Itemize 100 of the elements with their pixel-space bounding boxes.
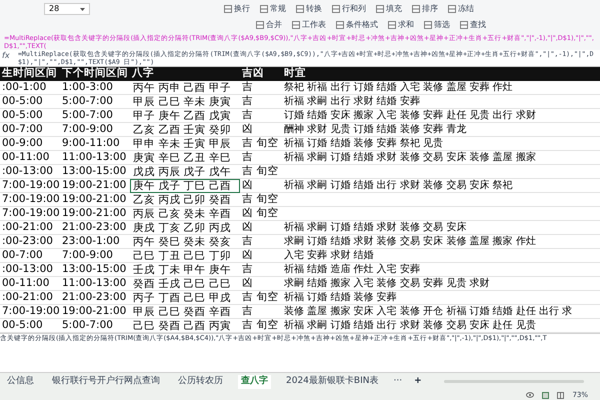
- time-range: :00-13:00: [1, 262, 54, 276]
- sheet-tab[interactable]: 查八字: [238, 374, 271, 388]
- suitable-activities: 祈福 求嗣 订婚 结婚 求财 装修 交易 安床: [283, 220, 468, 234]
- next-time-range: 9:00-11:00: [61, 136, 121, 150]
- suitable-activities: 祈福 结婚 造庙 作灶 入宅 安葬: [283, 262, 421, 276]
- suitable-activities: 装修 盖屋 搬家 安床 入宅 装修 开仓 祈福 订婚 结婚 赴任 出行 求: [283, 304, 574, 318]
- fortune-cell-text: 凶: [241, 220, 254, 234]
- toolbar-button[interactable]: 常规: [258, 3, 288, 15]
- eye-icon[interactable]: [526, 392, 534, 398]
- toolbar-button[interactable]: 行和列: [330, 3, 368, 15]
- toolbar-button[interactable]: 冻结: [446, 3, 476, 15]
- bazi-cell-text: 丙子 丁酉 己巳 甲戌: [132, 290, 232, 304]
- time-range: :00-23:00: [1, 234, 54, 248]
- fortune-cell-text: 吉: [241, 262, 254, 276]
- toolbar-button[interactable]: 合并: [254, 19, 284, 31]
- bazi-cell-text: 丙辰 己亥 癸未 辛酉: [132, 206, 232, 220]
- grid-icon: [448, 5, 456, 13]
- bazi-cell-text: 甲辰 己巳 辛未 庚寅: [132, 94, 232, 108]
- grid-icon: [260, 5, 268, 13]
- next-time-range: 21:00-23:00: [61, 220, 128, 234]
- next-time-range: 19:00-21:00: [61, 206, 128, 220]
- time-range: 7:00-19:00: [1, 206, 60, 220]
- grid-icon: [332, 5, 340, 13]
- toolbar-button[interactable]: 条件格式: [334, 19, 380, 31]
- next-time-range: 11:00-13:00: [61, 150, 128, 164]
- toolbar-button[interactable]: 转换: [294, 3, 324, 15]
- next-time-range: 13:00-15:00: [61, 164, 128, 178]
- time-range: 7:00-19:00: [1, 304, 60, 318]
- add-sheet-button[interactable]: +: [414, 374, 422, 388]
- column-header: 时宜: [283, 66, 307, 82]
- suitable-activities: 祈福 求嗣 订婚 结婚 出行 求财 装修 交易 安床 祭祀: [283, 178, 514, 192]
- fortune-cell-text: 吉 旬空: [241, 136, 280, 150]
- bazi-cell-text: 戊戌 丙辰 戊子 戊午: [132, 164, 232, 178]
- toolbar-button[interactable]: 换行: [222, 3, 252, 15]
- next-time-range: 5:00-7:00: [61, 94, 114, 108]
- time-range: 7:00-19:00: [1, 192, 60, 206]
- next-time-range: 21:00-23:00: [61, 290, 128, 304]
- bazi-cell-text: 丙午 癸巳 癸未 癸亥: [132, 234, 232, 248]
- sheet-tab[interactable]: 银行联行号开户行网点查询: [49, 374, 163, 388]
- toolbar-button[interactable]: 求和: [386, 19, 416, 31]
- suitable-activities: 入宅 安葬 求财 结婚: [283, 248, 375, 262]
- time-range: 00-5:00: [1, 94, 44, 108]
- toolbar-button[interactable]: 查找: [458, 19, 488, 31]
- time-range: :00-13:00: [1, 164, 54, 178]
- suitable-activities: 祈福 订婚 结婚 装修 安葬 祭祀 见贵: [283, 136, 444, 150]
- toolbar-button[interactable]: 排序: [410, 3, 440, 15]
- time-range: 00-11:00: [1, 276, 50, 290]
- grid-icon: [460, 21, 468, 29]
- sheet-tab[interactable]: 公历转农历: [175, 374, 226, 388]
- time-range: 7:00-19:00: [1, 178, 60, 192]
- layout-icon[interactable]: [557, 392, 564, 398]
- fortune-cell-text: 凶: [241, 178, 254, 192]
- fortune-cell-text: 吉: [241, 108, 254, 122]
- time-range: 00-7:00: [1, 122, 44, 136]
- fortune-cell-text: 凶: [241, 276, 254, 290]
- bazi-cell-text: 庚戌 丁亥 乙卯 丙戌: [132, 220, 232, 234]
- bazi-cell-text: 己巳 丁丑 己巳 丁卯: [132, 248, 232, 262]
- fortune-cell-text: 凶: [241, 122, 254, 136]
- suitable-activities: 酬神 求财 见贵 订婚 结婚 装修 安葬 青龙: [283, 122, 468, 136]
- fortune-cell-text: 凶: [241, 248, 254, 262]
- time-range: 00-5:00: [1, 108, 44, 122]
- suitable-activities: 祈福 订婚 结婚 装修 安葬: [283, 290, 398, 304]
- bazi-cell-text: 己巳 癸酉 己酉 丙寅: [132, 318, 232, 332]
- suitable-activities: 订婚 结婚 安床 搬家 入宅 装修 安葬 赴任 见贵 出行 求财: [283, 108, 537, 122]
- layout-icon[interactable]: [542, 392, 550, 398]
- suitable-activities: 求嗣 订婚 结婚 求财 装修 交易 安床 装修 盖屋 搬家 作灶: [283, 234, 537, 248]
- suitable-activities: 祈福 求嗣 出行 求财 结婚 安葬: [283, 94, 421, 108]
- bazi-cell: 庚午 戊子 丁巳 己酉: [130, 178, 240, 192]
- toolbar-button[interactable]: 工作表: [290, 19, 328, 31]
- time-range: 00-5:00: [1, 318, 44, 332]
- column-header: 八字: [130, 66, 155, 82]
- grid-icon: [292, 21, 300, 29]
- caret-icon: [80, 8, 85, 10]
- bazi-cell-text: 甲申 辛未 壬寅 甲辰: [132, 136, 232, 150]
- time-range: :00-21:00: [1, 220, 54, 234]
- font-size-dropdown[interactable]: 28: [44, 3, 90, 15]
- toolbar-button[interactable]: 筛选: [422, 19, 452, 31]
- next-time-range: 13:00-15:00: [61, 262, 128, 276]
- fortune-cell-text: 吉: [241, 234, 254, 248]
- suitable-activities: 祈福 求嗣 订婚 结婚 出行 求财 装修 交易 安床 赴任 见贵: [283, 318, 537, 332]
- suitable-activities: 求嗣 结婚 搬家 入宅 装修 交易 安葬 见贵 求财: [283, 276, 490, 290]
- time-range: 00-7:00: [1, 248, 44, 262]
- fortune-cell-text: 吉: [241, 94, 254, 108]
- time-range: 00-9:00: [1, 136, 44, 150]
- next-time-range: 1:00-3:00: [61, 80, 114, 94]
- next-time-range: 7:00-9:00: [61, 122, 114, 136]
- suitable-activities: 祈福 求嗣 订婚 结婚 求财 装修 交易 安床 装修 盖屋 搬家: [283, 150, 537, 164]
- sheet-tab[interactable]: 公信息: [4, 374, 37, 388]
- column-header: 生时间区间: [0, 66, 58, 82]
- column-header: 吉凶: [241, 66, 265, 81]
- sheet-tab[interactable]: 2024最新银联卡BIN表: [283, 374, 382, 388]
- bazi-cell-text: 丙午 丙申 己酉 甲子: [132, 80, 232, 94]
- grid-icon: [296, 5, 304, 13]
- bazi-cell-text: 癸酉 壬戌 己巳 己巳: [132, 276, 232, 290]
- toolbar-button[interactable]: 填充: [374, 3, 404, 15]
- bazi-cell-text: 壬戌 丁未 甲午 庚午: [132, 262, 232, 276]
- fx-label: fx: [1, 50, 11, 62]
- bazi-cell-text: 甲辰 己巳 癸酉 辛酉: [132, 304, 232, 318]
- more-tabs-button[interactable]: ···: [393, 374, 402, 388]
- fortune-cell-text: 吉: [241, 80, 254, 94]
